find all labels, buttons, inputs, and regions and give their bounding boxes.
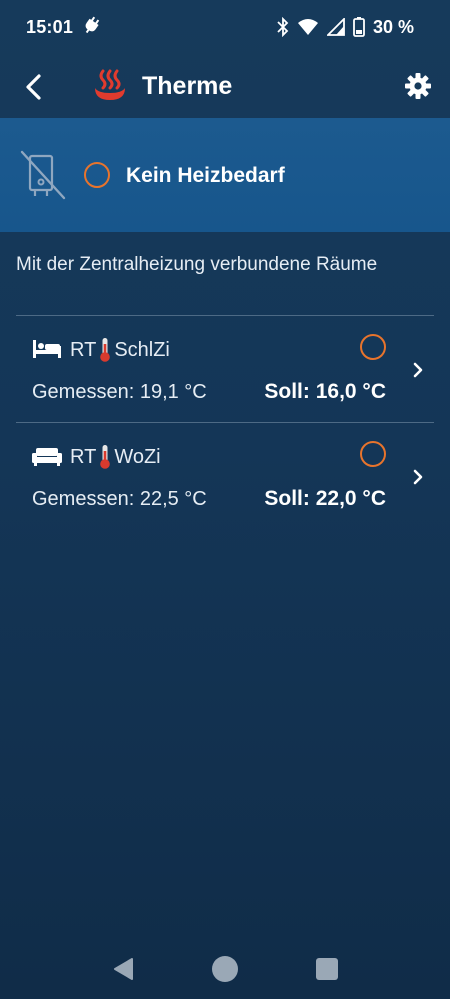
rooms-section-title: Mit der Zentralheizung verbundene Räume — [16, 254, 378, 275]
back-arrow-icon[interactable] — [22, 72, 48, 102]
gear-icon[interactable] — [404, 72, 432, 100]
page-title: Therme — [142, 72, 233, 100]
room-name-suffix: SchlZi — [114, 338, 170, 361]
app-bar: Therme — [0, 52, 450, 118]
room-name: RT SchlZi — [70, 337, 170, 363]
nav-recents-icon[interactable] — [316, 958, 338, 980]
room-status-indicator — [360, 441, 386, 467]
wifi-icon — [297, 19, 318, 35]
chevron-right-icon[interactable] — [410, 361, 426, 379]
heating-status-banner: Kein Heizbedarf — [0, 118, 450, 232]
heating-status-label: Kein Heizbedarf — [126, 164, 285, 187]
battery-icon — [353, 17, 365, 37]
room-row-schlzi[interactable]: RT SchlZi Gemessen: 19,1 °C Soll: 16,0 °… — [0, 316, 450, 422]
room-name-prefix: RT — [70, 338, 97, 361]
signal-icon — [326, 18, 345, 36]
thermometer-icon — [100, 445, 111, 469]
status-bar: 15:01 30 % — [0, 0, 450, 52]
room-status-indicator — [360, 334, 386, 360]
nav-back-icon[interactable] — [112, 957, 134, 981]
battery-percent: 30 % — [372, 16, 414, 37]
charging-plug-icon — [85, 16, 100, 34]
room-name: RT WoZi — [70, 444, 161, 470]
measured-temperature: Gemessen: 19,1 °C — [32, 381, 207, 403]
thermometer-icon — [100, 338, 111, 362]
measured-temperature: Gemessen: 22,5 °C — [32, 488, 207, 510]
target-temperature: Soll: 16,0 °C — [264, 380, 386, 403]
boiler-disconnected-icon — [20, 150, 66, 200]
sofa-icon — [32, 448, 62, 466]
status-indicator-ring — [84, 162, 110, 188]
system-navigation-bar — [0, 940, 450, 999]
nav-home-icon[interactable] — [212, 956, 238, 982]
status-time: 15:01 — [26, 17, 74, 37]
heating-flame-icon — [95, 69, 125, 100]
target-temperature: Soll: 22,0 °C — [264, 487, 386, 510]
room-name-suffix: WoZi — [114, 445, 161, 468]
chevron-right-icon[interactable] — [410, 468, 426, 486]
room-row-wozi[interactable]: RT WoZi Gemessen: 22,5 °C Soll: 22,0 °C — [0, 423, 450, 529]
status-right: 30 % — [277, 15, 414, 39]
bluetooth-icon — [277, 17, 289, 37]
room-name-prefix: RT — [70, 445, 97, 468]
bed-icon — [33, 340, 61, 358]
